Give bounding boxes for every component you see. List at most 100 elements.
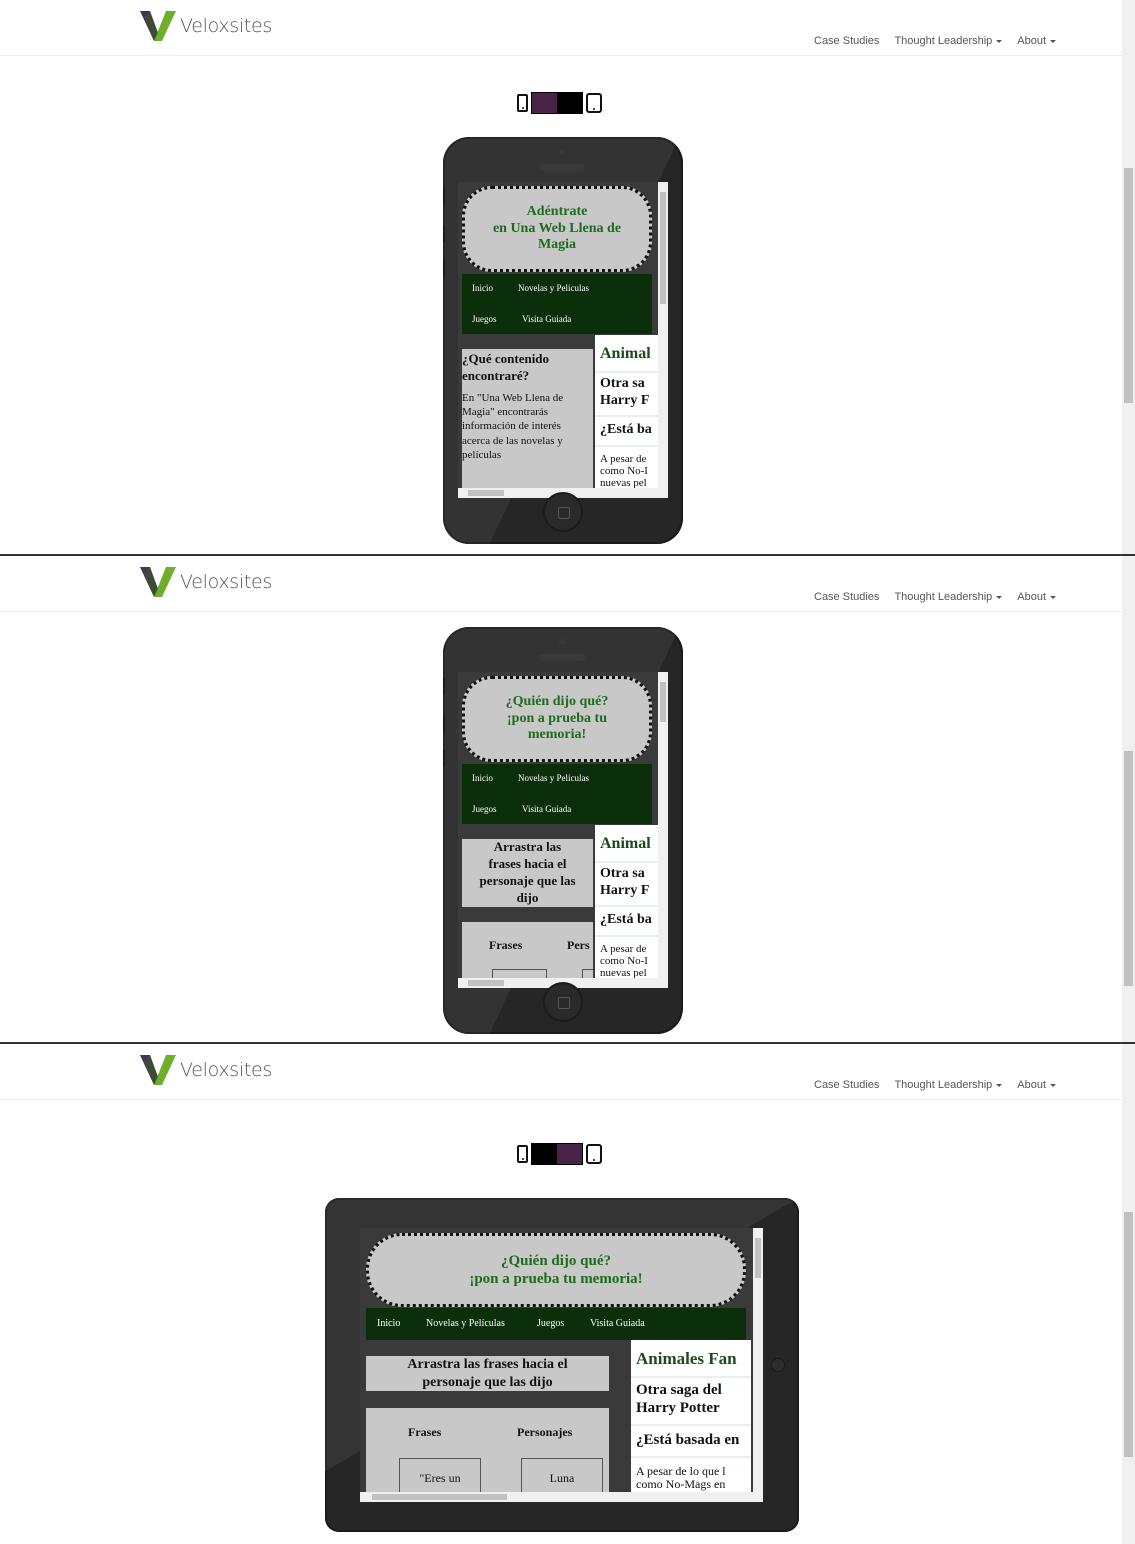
right-para: nuevas pel bbox=[600, 967, 647, 978]
divider bbox=[595, 905, 658, 907]
screen-vertical-scrollbar[interactable] bbox=[658, 182, 668, 488]
panel-tablet-view: Veloxsites Case Studies Thought Leadersh… bbox=[0, 1042, 1135, 1544]
nav-novelas[interactable]: Novelas y Películas bbox=[518, 283, 589, 293]
nav-visita[interactable]: Visita Guiada bbox=[522, 804, 571, 814]
page-scrollbar[interactable] bbox=[1122, 0, 1135, 556]
nav-novelas[interactable]: Novelas y Películas bbox=[426, 1318, 505, 1329]
switch-tablet-segment[interactable] bbox=[557, 93, 582, 113]
instruction-line: dijo bbox=[516, 889, 539, 905]
right-heading: Harry Potter bbox=[636, 1400, 720, 1416]
nav-thought-leadership-label: Thought Leadership bbox=[894, 35, 993, 47]
switch-phone-segment[interactable] bbox=[532, 93, 557, 113]
nav-visita[interactable]: Visita Guiada bbox=[590, 1318, 645, 1329]
top-nav: Case Studies Thought Leadership About bbox=[814, 35, 1071, 47]
nav-inicio[interactable]: Inicio bbox=[472, 283, 493, 293]
nav-juegos[interactable]: Juegos bbox=[537, 1318, 564, 1329]
nav-thought-leadership[interactable]: Thought Leadership bbox=[894, 1079, 1003, 1091]
banner-line: en Una Web Llena de bbox=[492, 220, 622, 236]
nav-thought-leadership[interactable]: Thought Leadership bbox=[894, 35, 1003, 47]
caret-down-icon bbox=[996, 1083, 1003, 1087]
tablet-device-icon[interactable] bbox=[586, 1144, 602, 1164]
caret-down-icon bbox=[1050, 39, 1057, 43]
tablet-device-icon[interactable] bbox=[586, 93, 602, 113]
phone-screen[interactable]: ¿Quién dijo qué? ¡pon a prueba tu memori… bbox=[458, 672, 668, 988]
logo-v-icon bbox=[140, 1055, 176, 1085]
banner-line: Magia bbox=[537, 237, 577, 253]
page-scrollbar[interactable] bbox=[1122, 1044, 1135, 1544]
nav-thought-leadership-label: Thought Leadership bbox=[894, 591, 993, 603]
phone-screen[interactable]: Adéntrate en Una Web Llena de Magia Inic… bbox=[458, 182, 668, 498]
device-toggle bbox=[517, 1143, 602, 1165]
nav-inicio[interactable]: Inicio bbox=[472, 773, 493, 783]
device-switch[interactable] bbox=[531, 92, 583, 114]
nav-about[interactable]: About bbox=[1017, 35, 1057, 47]
section-heading: ¿Qué contenido encontraré? bbox=[462, 351, 550, 383]
divider bbox=[631, 1456, 751, 1458]
nav-thought-leadership[interactable]: Thought Leadership bbox=[894, 591, 1003, 603]
screen-vertical-scrollbar[interactable] bbox=[658, 672, 668, 978]
instruction-line: personaje que las dijo bbox=[422, 1374, 553, 1390]
character-card[interactable] bbox=[582, 969, 593, 978]
nav-juegos[interactable]: Juegos bbox=[472, 804, 497, 814]
right-para: A pesar de bbox=[600, 943, 647, 955]
nav-case-studies[interactable]: Case Studies bbox=[814, 591, 879, 603]
nav-case-studies[interactable]: Case Studies bbox=[814, 35, 879, 47]
side-button bbox=[443, 225, 445, 243]
right-subheading: ¿Está basada en bbox=[636, 1432, 740, 1448]
nav-novelas[interactable]: Novelas y Películas bbox=[518, 773, 589, 783]
veloxsites-logo[interactable]: Veloxsites bbox=[140, 1055, 272, 1085]
right-para: nuevas pel bbox=[600, 477, 647, 488]
phone-device-icon[interactable] bbox=[517, 94, 528, 112]
game-area: Frases Personajes "Eres un Luna bbox=[366, 1408, 609, 1492]
speaker-icon bbox=[539, 654, 585, 661]
instruction-line: Arrastra las bbox=[493, 839, 562, 854]
column-frases: Frases bbox=[408, 1425, 442, 1439]
divider bbox=[595, 445, 658, 447]
home-button[interactable] bbox=[543, 982, 583, 1022]
page-scrollbar[interactable] bbox=[1122, 556, 1135, 1044]
side-button bbox=[443, 715, 445, 733]
divider bbox=[595, 415, 658, 417]
screen-horizontal-scrollbar[interactable] bbox=[360, 1492, 763, 1502]
nav-about-label: About bbox=[1017, 1079, 1047, 1091]
right-heading: Harry F bbox=[600, 883, 650, 898]
site-nav: Inicio Novelas y Películas Juegos Visita… bbox=[366, 1308, 746, 1340]
veloxsites-logo[interactable]: Veloxsites bbox=[140, 11, 272, 41]
right-para: como No-I bbox=[600, 465, 648, 477]
screen-vertical-scrollbar[interactable] bbox=[753, 1228, 763, 1492]
divider bbox=[595, 861, 658, 863]
device-toggle bbox=[517, 92, 602, 114]
home-button[interactable] bbox=[543, 492, 583, 532]
nav-thought-leadership-label: Thought Leadership bbox=[894, 1079, 993, 1091]
nav-visita[interactable]: Visita Guiada bbox=[522, 314, 571, 324]
device-switch[interactable] bbox=[531, 1143, 583, 1165]
logo-text: Veloxsites bbox=[180, 571, 272, 593]
banner-line: ¡pon a prueba tu bbox=[507, 710, 607, 726]
nav-juegos[interactable]: Juegos bbox=[472, 314, 497, 324]
panel-phone-view-1: Veloxsites Case Studies Thought Leadersh… bbox=[0, 0, 1135, 556]
nav-case-studies[interactable]: Case Studies bbox=[814, 1079, 879, 1091]
phrase-card[interactable]: "Eres un bbox=[399, 1458, 481, 1492]
banner-line: ¿Quién dijo qué? bbox=[500, 1253, 612, 1269]
switch-tablet-segment[interactable] bbox=[557, 1144, 582, 1164]
tablet-screen[interactable]: ¿Quién dijo qué? ¡pon a prueba tu memori… bbox=[360, 1228, 763, 1502]
switch-phone-segment[interactable] bbox=[532, 1144, 557, 1164]
nav-about[interactable]: About bbox=[1017, 1079, 1057, 1091]
instruction-line: Arrastra las frases hacia el bbox=[407, 1357, 568, 1372]
column-personajes: Personajes bbox=[517, 1425, 573, 1439]
right-para: A pesar de bbox=[600, 453, 647, 465]
caret-down-icon bbox=[996, 39, 1003, 43]
right-heading: Harry F bbox=[600, 393, 650, 408]
logo-v-icon bbox=[140, 11, 176, 41]
phone-device-icon[interactable] bbox=[517, 1145, 528, 1163]
divider bbox=[631, 1424, 751, 1426]
side-button bbox=[443, 259, 445, 277]
veloxsites-logo[interactable]: Veloxsites bbox=[140, 567, 272, 597]
character-card[interactable]: Luna bbox=[521, 1458, 603, 1492]
nav-inicio[interactable]: Inicio bbox=[377, 1318, 400, 1329]
phrase-card[interactable] bbox=[492, 969, 547, 978]
right-column: Animales Fan Otra saga del Harry Potter … bbox=[631, 1340, 751, 1492]
nav-about[interactable]: About bbox=[1017, 591, 1057, 603]
banner-line: Adéntrate bbox=[526, 203, 588, 219]
instruction-line: personaje que las bbox=[479, 872, 576, 888]
